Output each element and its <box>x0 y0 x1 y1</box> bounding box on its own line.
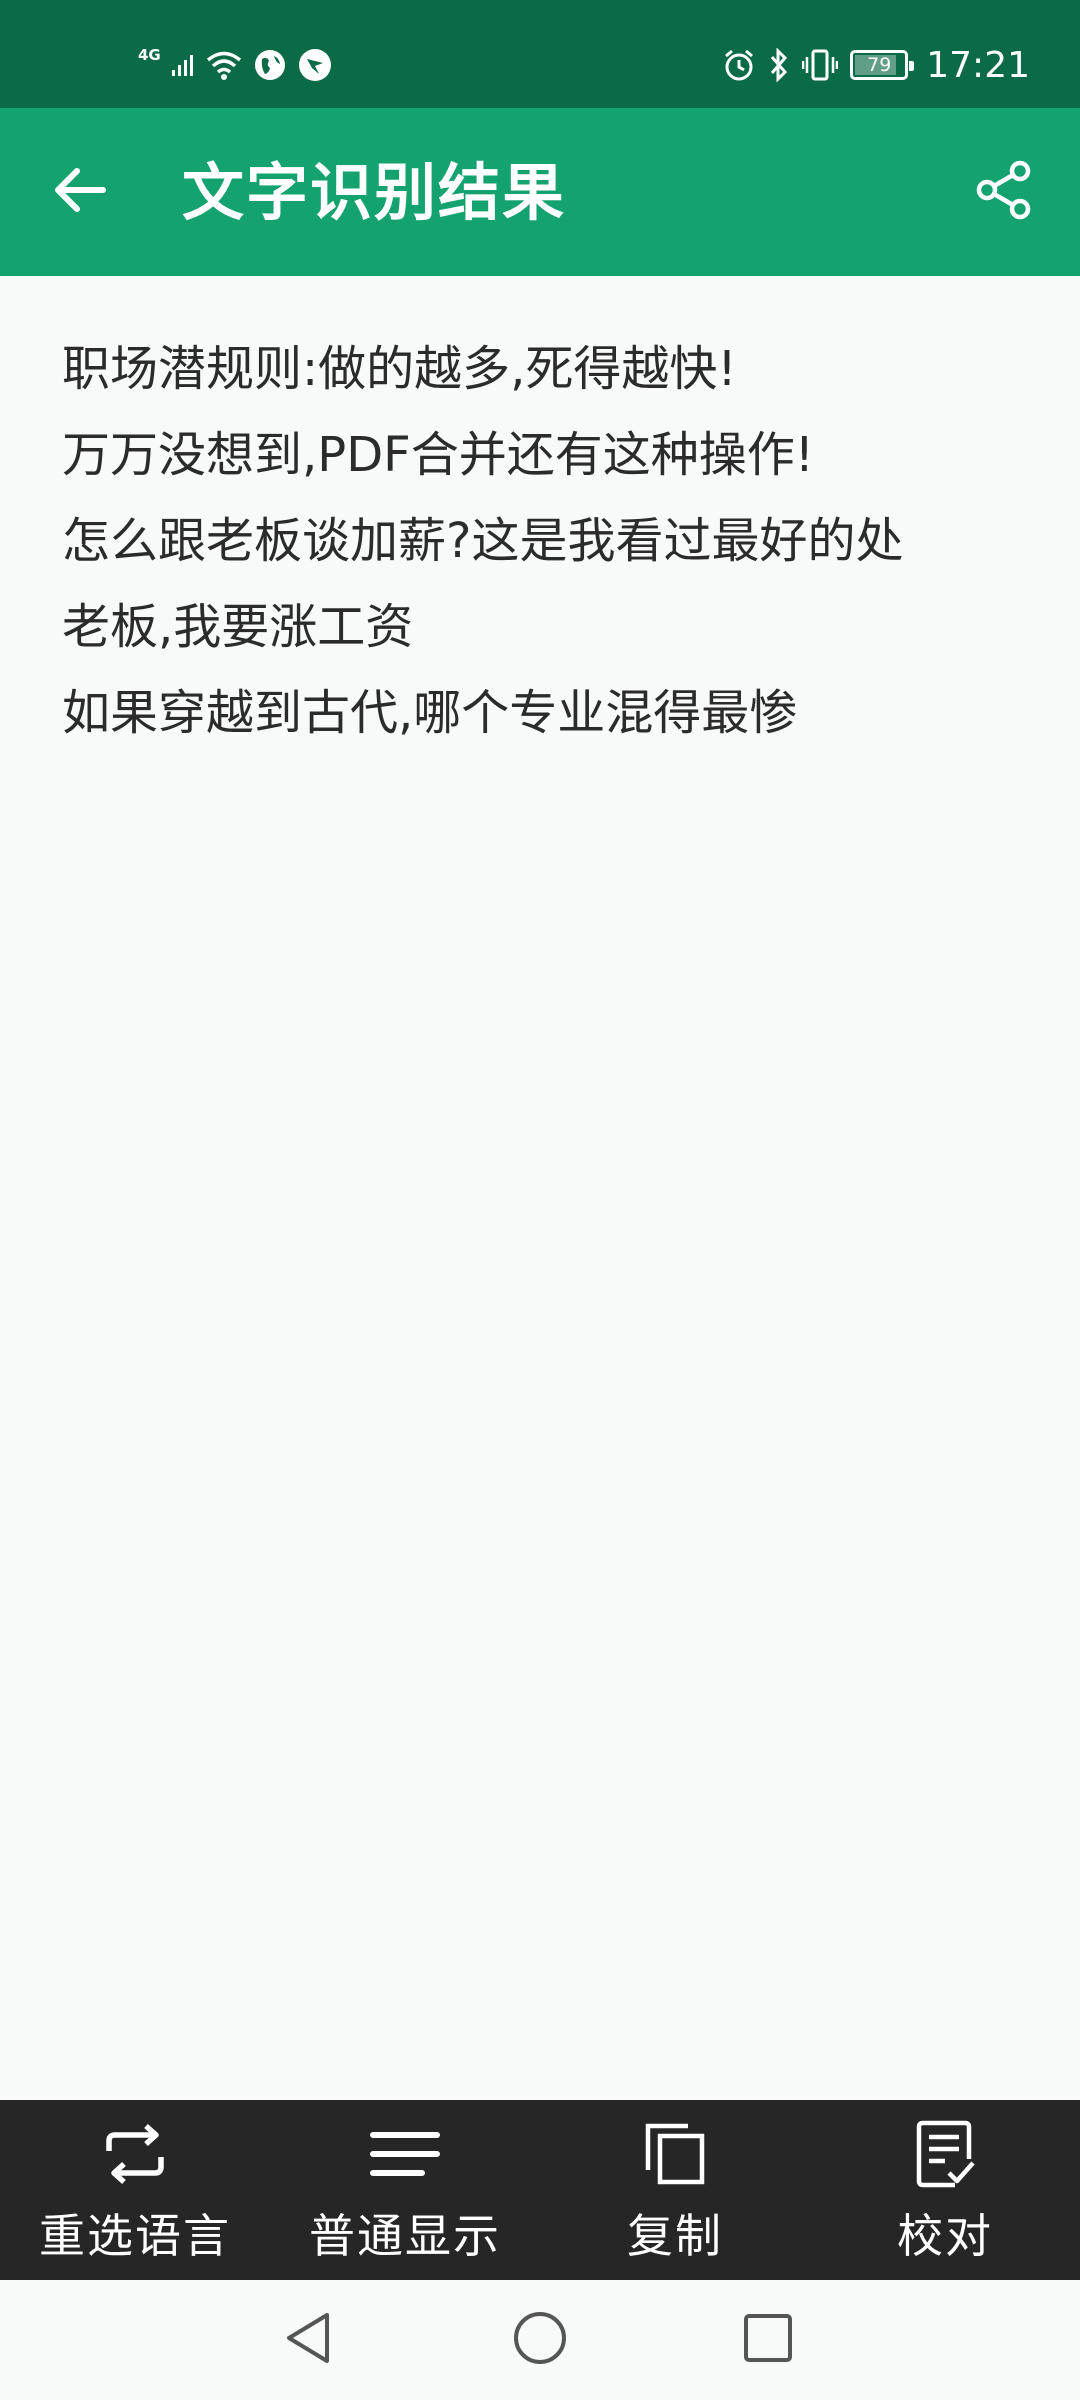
text-line: 职场潜规则:做的越多,死得越快! <box>62 341 737 397</box>
system-nav-bar <box>0 2280 1080 2400</box>
back-triangle-icon <box>283 2311 333 2369</box>
nav-home-button[interactable] <box>510 2310 570 2370</box>
clock: 17:21 <box>926 44 1030 86</box>
tool-label: 校对 <box>897 2209 993 2263</box>
status-left: 4G <box>138 40 333 90</box>
ocr-result-text[interactable]: 职场潜规则:做的越多,死得越快! 万万没想到,PDF合并还有这种操作! 怎么跟老… <box>0 276 1080 2100</box>
share-button[interactable] <box>964 152 1044 232</box>
proofread-button[interactable]: 校对 <box>810 2100 1080 2280</box>
nav-back-button[interactable] <box>278 2310 338 2370</box>
repeat-icon <box>103 2116 167 2192</box>
recents-square-icon <box>742 2312 794 2368</box>
vibrate-icon <box>802 48 839 82</box>
home-circle-icon <box>512 2310 568 2370</box>
notification-icon <box>297 47 333 83</box>
page-title: 文字识别结果 <box>182 156 567 229</box>
text-line: 怎么跟老板谈加薪?这是我看过最好的处 <box>62 513 904 569</box>
battery-icon: 79 <box>850 50 915 80</box>
back-button[interactable] <box>40 152 120 232</box>
copy-button[interactable]: 复制 <box>540 2100 810 2280</box>
proofread-icon <box>915 2116 975 2192</box>
status-right: 79 17:21 <box>722 40 1030 90</box>
wifi-icon <box>205 49 243 81</box>
bottom-toolbar: 重选语言 普通显示 复制 校对 <box>0 2100 1080 2280</box>
text-line: 老板,我要涨工资 <box>62 599 414 655</box>
bluetooth-icon <box>768 48 790 82</box>
alarm-icon <box>722 48 756 82</box>
signal-icon <box>171 53 195 77</box>
share-icon <box>974 159 1034 225</box>
globe-icon <box>253 48 287 82</box>
app-bar: 文字识别结果 <box>0 108 1080 276</box>
text-line: 如果穿越到古代,哪个专业混得最惨 <box>62 685 798 741</box>
menu-lines-icon <box>370 2116 440 2192</box>
battery-level: 79 <box>867 54 892 76</box>
text-line: 万万没想到,PDF合并还有这种操作! <box>62 427 815 483</box>
tool-label: 重选语言 <box>39 2209 231 2263</box>
network-type: 4G <box>138 46 161 64</box>
status-bar: 4G 79 17:21 <box>0 0 1080 108</box>
nav-recents-button[interactable] <box>738 2310 798 2370</box>
tool-label: 复制 <box>627 2209 723 2263</box>
normal-display-button[interactable]: 普通显示 <box>270 2100 540 2280</box>
reselect-language-button[interactable]: 重选语言 <box>0 2100 270 2280</box>
tool-label: 普通显示 <box>309 2209 501 2263</box>
copy-icon <box>644 2116 706 2192</box>
arrow-left-icon <box>53 167 107 217</box>
